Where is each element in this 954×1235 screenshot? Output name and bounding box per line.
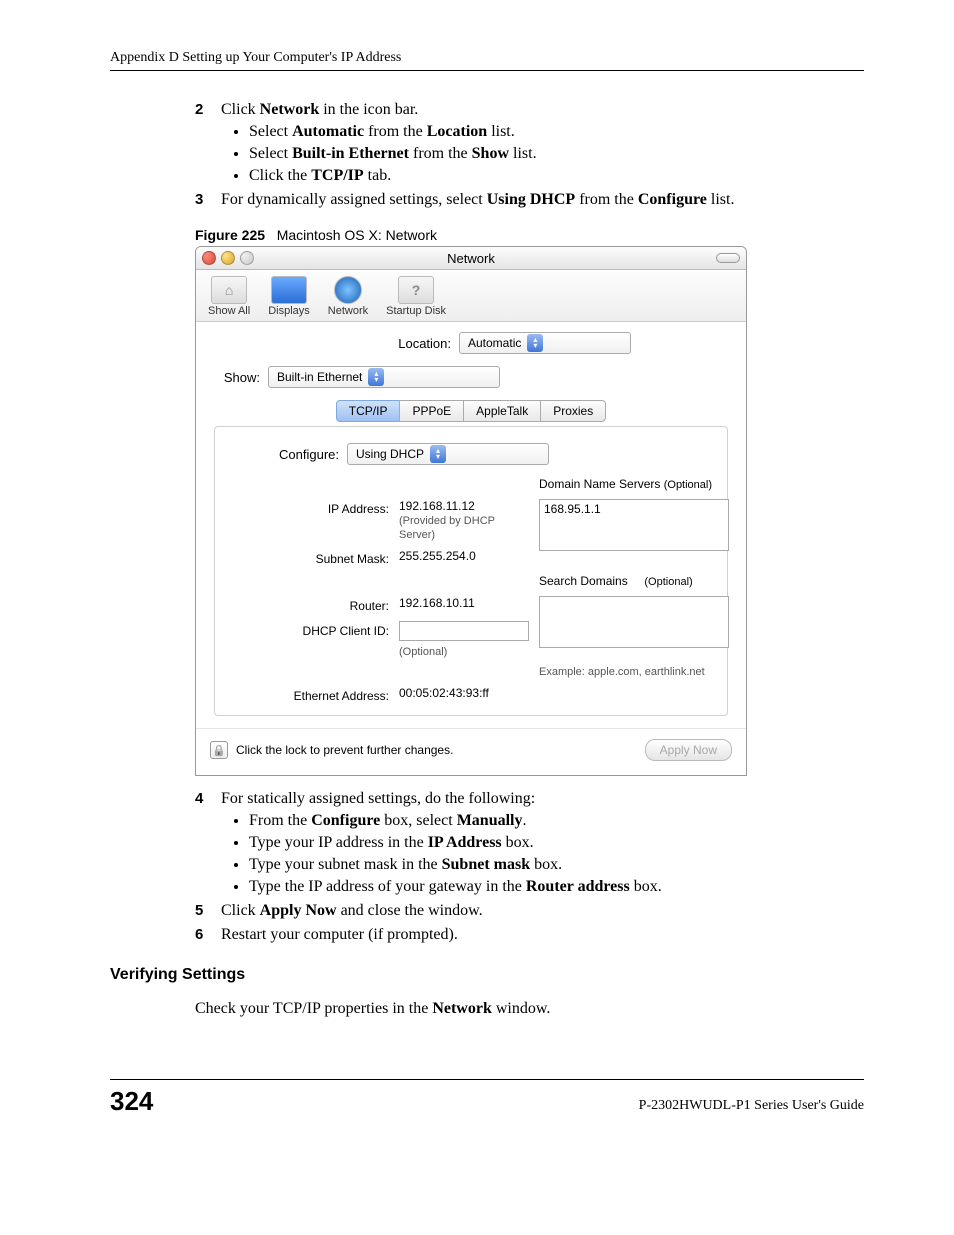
bottom-bar: Click the lock to prevent further change… bbox=[196, 728, 746, 775]
configure-popup[interactable]: Using DHCP bbox=[347, 443, 549, 465]
window-titlebar: Network bbox=[196, 247, 746, 270]
location-label: Location: bbox=[311, 336, 451, 351]
toolbar: Show All Displays Network Startup Disk bbox=[196, 270, 746, 322]
location-popup[interactable]: Automatic bbox=[459, 332, 631, 354]
router-label: Router: bbox=[229, 596, 389, 613]
step-2-num: 2 bbox=[195, 101, 203, 118]
step-2-bullets: Select Automatic from the Location list.… bbox=[249, 123, 864, 185]
router-value: 192.168.10.11 bbox=[399, 596, 529, 610]
startup-icon bbox=[398, 276, 434, 304]
show-label: Show: bbox=[210, 370, 260, 385]
step-4: 4 For statically assigned settings, do t… bbox=[195, 790, 864, 896]
step-3-text: For dynamically assigned settings, selec… bbox=[221, 191, 734, 208]
chevron-updown-icon bbox=[368, 368, 384, 386]
bullet: Click the TCP/IP tab. bbox=[249, 167, 864, 185]
steps-list-bottom: 4 For statically assigned settings, do t… bbox=[195, 790, 864, 944]
showall-icon bbox=[211, 276, 247, 304]
chevron-updown-icon bbox=[527, 334, 543, 352]
toolbar-network[interactable]: Network bbox=[328, 276, 368, 317]
dhcp-label: DHCP Client ID: bbox=[229, 621, 389, 638]
search-domains-input[interactable] bbox=[539, 596, 729, 648]
bullet: Type the IP address of your gateway in t… bbox=[249, 878, 864, 896]
verify-line: Check your TCP/IP properties in the Netw… bbox=[195, 1000, 864, 1018]
configure-label: Configure: bbox=[229, 447, 339, 462]
step-5-num: 5 bbox=[195, 902, 203, 919]
osx-network-window: Network Show All Displays Network Startu… bbox=[195, 246, 747, 776]
bullet: Select Built-in Ethernet from the Show l… bbox=[249, 145, 864, 163]
steps-list-top: 2 Click Network in the icon bar. Select … bbox=[195, 101, 864, 209]
section-heading: Verifying Settings bbox=[110, 966, 864, 984]
step-2: 2 Click Network in the icon bar. Select … bbox=[195, 101, 864, 185]
tab-pppoe[interactable]: PPPoE bbox=[399, 400, 464, 422]
step-6: 6 Restart your computer (if prompted). bbox=[195, 926, 864, 944]
toolbar-startup[interactable]: Startup Disk bbox=[386, 276, 446, 317]
example-text: Example: apple.com, earthlink.net bbox=[539, 666, 729, 678]
ip-value: 192.168.11.12 (Provided by DHCP Server) bbox=[399, 499, 529, 541]
guide-title: P-2302HWUDL-P1 Series User's Guide bbox=[639, 1086, 864, 1114]
dhcp-client-input[interactable] bbox=[399, 621, 529, 641]
ip-label: IP Address: bbox=[229, 499, 389, 516]
toolbar-showall[interactable]: Show All bbox=[208, 276, 250, 317]
step-2-text: Click Network in the icon bar. bbox=[221, 101, 418, 118]
subnet-label: Subnet Mask: bbox=[229, 549, 389, 566]
bullet: Type your subnet mask in the Subnet mask… bbox=[249, 856, 864, 874]
subnet-value: 255.255.254.0 bbox=[399, 549, 529, 563]
lock-icon[interactable] bbox=[210, 741, 228, 759]
dns-input[interactable]: 168.95.1.1 bbox=[539, 499, 729, 551]
tab-tcpip[interactable]: TCP/IP bbox=[336, 400, 401, 422]
window-title: Network bbox=[196, 251, 746, 266]
displays-icon bbox=[271, 276, 307, 304]
dns-label: Domain Name Servers (Optional) bbox=[539, 477, 729, 491]
dhcp-hint: (Optional) bbox=[399, 646, 447, 658]
step-4-num: 4 bbox=[195, 790, 203, 807]
step-4-text: For statically assigned settings, do the… bbox=[221, 790, 535, 807]
page-header: Appendix D Setting up Your Computer's IP… bbox=[110, 50, 864, 71]
step-6-num: 6 bbox=[195, 926, 203, 943]
bullet: Select Automatic from the Location list. bbox=[249, 123, 864, 141]
tcpip-pane: Configure: Using DHCP Domain Name Server… bbox=[214, 426, 728, 716]
search-label: Search Domains (Optional) bbox=[539, 574, 729, 588]
chevron-updown-icon bbox=[430, 445, 446, 463]
bullet: From the Configure box, select Manually. bbox=[249, 812, 864, 830]
tabs: TCP/IP PPPoE AppleTalk Proxies bbox=[210, 400, 732, 422]
apply-now-button[interactable]: Apply Now bbox=[645, 739, 732, 761]
show-popup[interactable]: Built-in Ethernet bbox=[268, 366, 500, 388]
tab-appletalk[interactable]: AppleTalk bbox=[463, 400, 541, 422]
step-4-bullets: From the Configure box, select Manually.… bbox=[249, 812, 864, 896]
step-3: 3 For dynamically assigned settings, sel… bbox=[195, 191, 864, 209]
figure-caption: Figure 225 Macintosh OS X: Network bbox=[195, 227, 864, 243]
lock-text: Click the lock to prevent further change… bbox=[236, 743, 453, 757]
page-number: 324 bbox=[110, 1086, 153, 1116]
bullet: Type your IP address in the IP Address b… bbox=[249, 834, 864, 852]
page-footer: 324 P-2302HWUDL-P1 Series User's Guide bbox=[110, 1079, 864, 1117]
tab-proxies[interactable]: Proxies bbox=[540, 400, 606, 422]
step-5: 5 Click Apply Now and close the window. bbox=[195, 902, 864, 920]
eth-value: 00:05:02:43:93:ff bbox=[399, 686, 529, 700]
toolbar-displays[interactable]: Displays bbox=[268, 276, 310, 317]
network-icon bbox=[334, 276, 362, 304]
step-3-num: 3 bbox=[195, 191, 203, 208]
eth-label: Ethernet Address: bbox=[229, 686, 389, 703]
